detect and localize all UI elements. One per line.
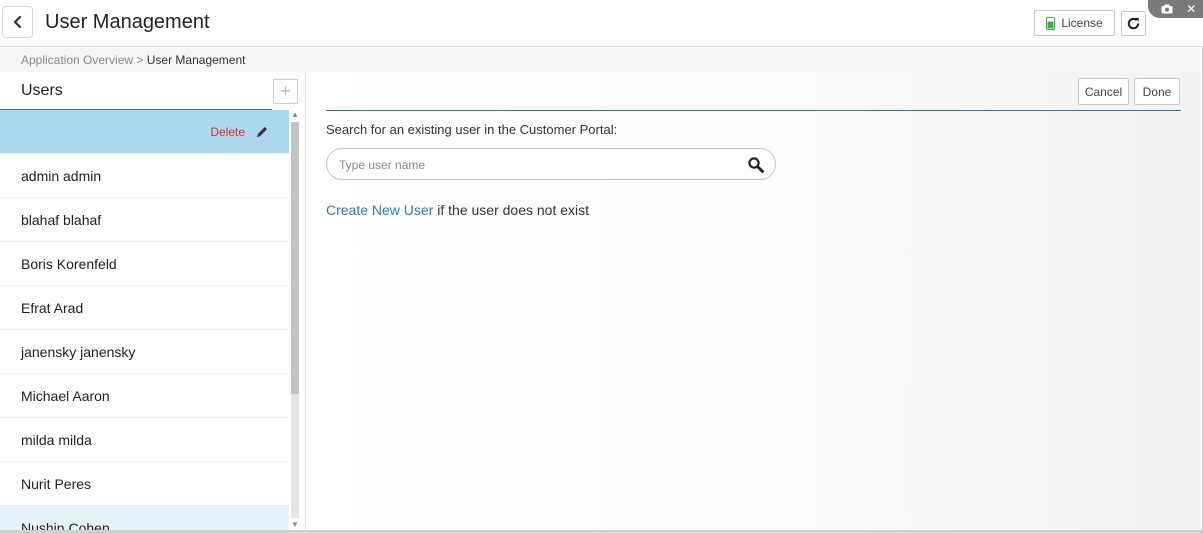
scroll-up-arrow-icon[interactable]: ▲: [290, 110, 300, 120]
create-user-suffix: if the user does not exist: [437, 202, 590, 218]
page-title: User Management: [45, 11, 210, 33]
user-search-input[interactable]: [339, 156, 719, 174]
list-item[interactable]: Nushin Cohen: [0, 506, 289, 530]
refresh-icon: [1127, 17, 1140, 30]
pencil-icon[interactable]: [255, 125, 269, 139]
list-item[interactable]: Efrat Arad: [0, 286, 289, 330]
delete-link[interactable]: Delete: [210, 110, 245, 154]
scroll-thumb[interactable]: [291, 122, 299, 394]
users-scrollbar[interactable]: ▲ ▼: [290, 110, 300, 530]
header-bar: User Management License ✕: [0, 0, 1203, 47]
user-editor-panel: Cancel Done Search for an existing user …: [307, 72, 1201, 530]
search-label: Search for an existing user in the Custo…: [326, 122, 618, 137]
create-user-row: Create New User if the user does not exi…: [326, 202, 589, 218]
search-icon[interactable]: [747, 156, 765, 174]
list-item-selected[interactable]: Delete: [0, 110, 289, 154]
camera-icon[interactable]: [1161, 4, 1173, 14]
list-item[interactable]: admin admin: [0, 154, 289, 198]
breadcrumb-parent-link[interactable]: Application Overview: [21, 53, 133, 67]
cancel-button[interactable]: Cancel: [1078, 78, 1129, 105]
breadcrumb-current: User Management: [146, 53, 246, 67]
plus-icon: +: [280, 81, 291, 101]
list-item[interactable]: blahaf blahaf: [0, 198, 289, 242]
users-list: Delete admin admin blahaf blahaf Boris K…: [0, 110, 289, 530]
list-item[interactable]: Nurit Peres: [0, 462, 289, 506]
create-new-user-link[interactable]: Create New User: [326, 202, 433, 218]
scroll-track[interactable]: [291, 394, 299, 518]
editor-underline: [326, 110, 1181, 111]
list-item[interactable]: Boris Korenfeld: [0, 242, 289, 286]
search-box: [326, 148, 776, 180]
breadcrumb-separator: >: [136, 53, 144, 67]
breadcrumb: Application Overview > User Management: [0, 48, 1201, 72]
back-button[interactable]: [2, 6, 33, 38]
license-icon: [1046, 16, 1056, 30]
close-icon[interactable]: ✕: [1186, 2, 1196, 16]
scroll-down-arrow-icon[interactable]: ▼: [290, 520, 300, 530]
app-window: User Management License ✕ Application Ov…: [0, 0, 1203, 533]
chevron-left-icon: [13, 15, 21, 29]
window-corner-tab: ✕: [1148, 0, 1203, 18]
list-item[interactable]: milda milda: [0, 418, 289, 462]
license-button[interactable]: License: [1034, 10, 1115, 36]
add-user-button[interactable]: +: [273, 79, 298, 104]
list-item[interactable]: Michael Aaron: [0, 374, 289, 418]
users-panel: Users + Delete admin admin blahaf blahaf…: [0, 72, 306, 530]
users-title: Users: [21, 82, 63, 99]
license-label: License: [1061, 16, 1103, 30]
done-button[interactable]: Done: [1134, 78, 1180, 105]
refresh-button[interactable]: [1121, 11, 1146, 36]
list-item[interactable]: janensky janensky: [0, 330, 289, 374]
